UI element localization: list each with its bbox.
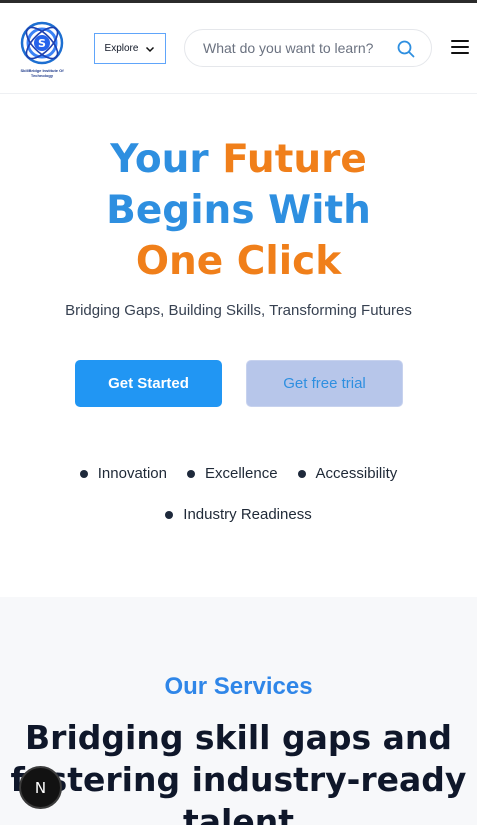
svg-text:S: S (38, 37, 46, 50)
nextjs-dev-badge[interactable]: N (19, 766, 62, 809)
bullet-dot-icon (79, 469, 88, 478)
logo-text: SkillBridge Institute Of Technology (20, 68, 64, 78)
hamburger-menu-icon[interactable] (451, 40, 469, 56)
badge-letter: N (34, 778, 47, 797)
hero-subtitle: Bridging Gaps, Building Skills, Transfor… (65, 302, 412, 319)
get-started-button[interactable]: Get Started (75, 360, 222, 407)
search-bar (184, 29, 432, 67)
feature-list: Innovation Excellence Accessibility (0, 465, 477, 482)
feature-label: Innovation (97, 465, 167, 482)
feature-item: Excellence (187, 465, 278, 482)
bullet-dot-icon (187, 469, 195, 478)
bullet-dot-icon (297, 469, 306, 478)
search-input[interactable] (203, 40, 389, 56)
feature-label: Accessibility (315, 465, 398, 482)
hero-title-part: Your (110, 137, 223, 182)
search-icon[interactable] (397, 40, 415, 58)
explore-dropdown[interactable]: Explore (94, 33, 166, 64)
feature-label: Excellence (205, 465, 278, 482)
site-header: S SkillBridge Institute Of Technology Ex… (0, 3, 477, 94)
free-trial-button[interactable]: Get free trial (246, 360, 403, 407)
services-heading-line: fostering industry-ready (10, 760, 467, 799)
hero-title-line2: Begins With (106, 188, 371, 233)
feature-item: Accessibility (297, 465, 398, 482)
services-heading: Bridging skill gaps and fostering indust… (0, 717, 477, 825)
services-section: Our Services Bridging skill gaps and fos… (0, 597, 477, 825)
feature-item: Industry Readiness (165, 506, 312, 523)
hero-title-line3: One Click (135, 239, 342, 284)
bullet-dot-icon (165, 510, 174, 519)
explore-label: Explore (104, 43, 139, 54)
feature-label: Industry Readiness (183, 506, 312, 523)
site-logo[interactable]: S SkillBridge Institute Of Technology (10, 21, 74, 83)
services-heading-line: talent (182, 802, 294, 825)
logo-emblem-icon: S (20, 21, 64, 65)
feature-list: Industry Readiness (0, 506, 477, 523)
hero-title-highlight: Future (222, 137, 367, 182)
services-heading-line: Bridging skill gaps and (25, 718, 452, 757)
hero-title: Your Future Begins With One Click (0, 134, 477, 287)
feature-item: Innovation (79, 465, 167, 482)
chevron-down-icon (146, 46, 155, 52)
services-label: Our Services (164, 673, 313, 700)
